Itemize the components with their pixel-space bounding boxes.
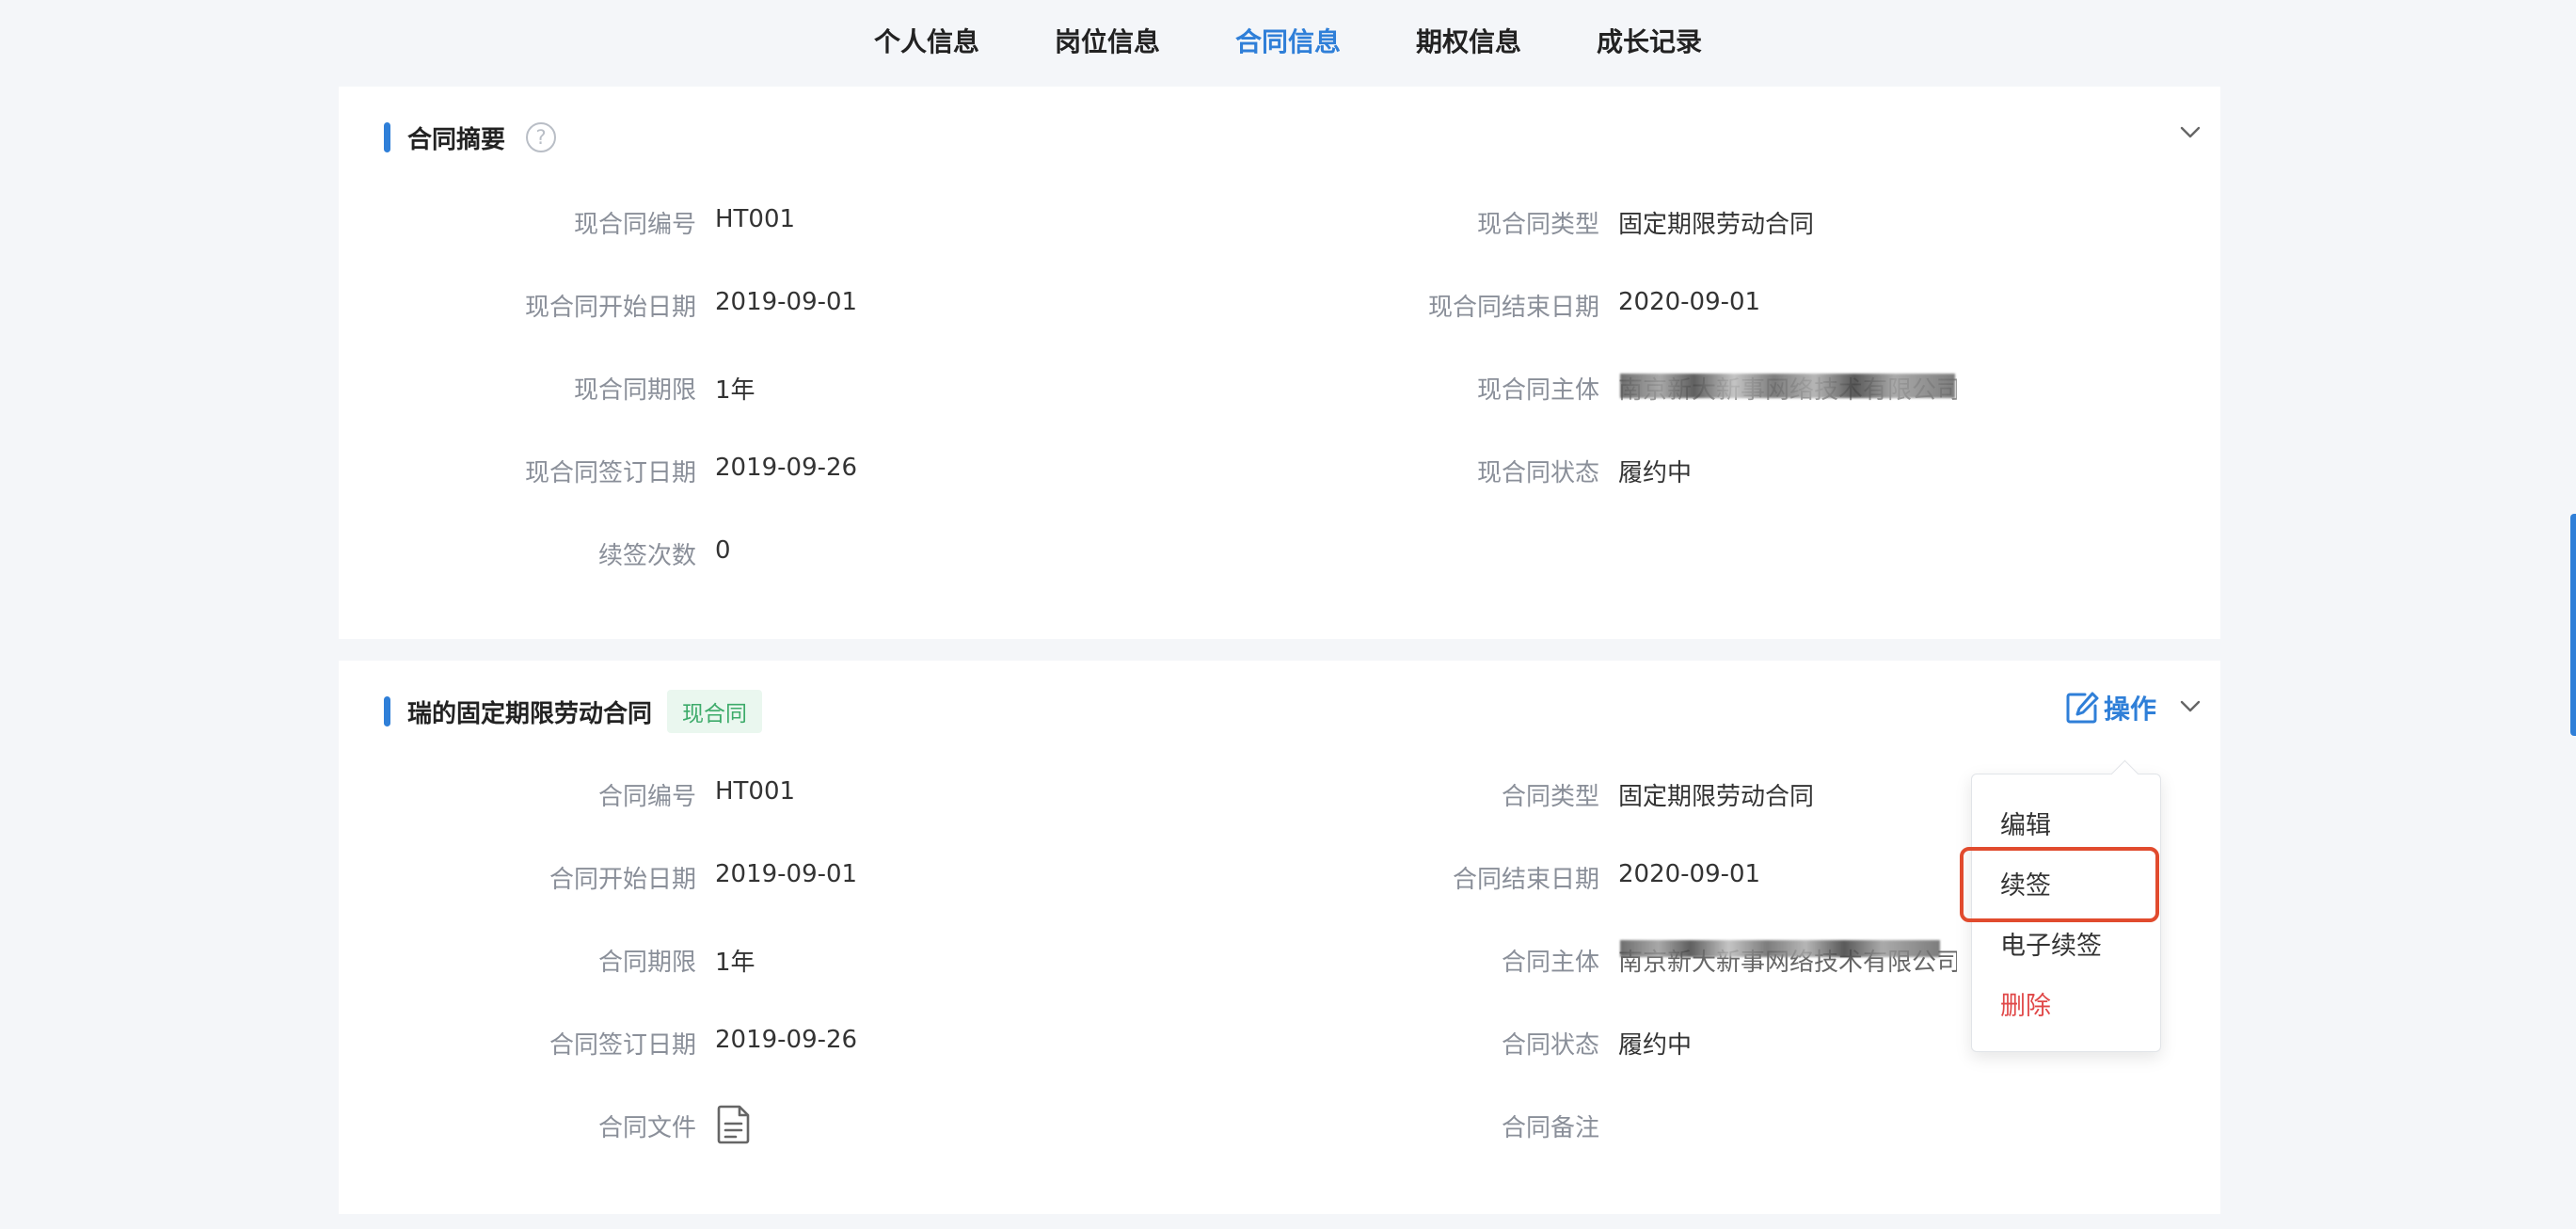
field-value: HT001: [715, 205, 796, 233]
document-icon[interactable]: [717, 1105, 751, 1144]
tab-growth-record[interactable]: 成长记录: [1597, 0, 1702, 85]
field-value: 1年: [715, 376, 755, 405]
highlight-box: [1960, 847, 2159, 922]
edit-icon: [2066, 692, 2099, 724]
field-value: 履约中: [1618, 459, 1693, 487]
field-value: 固定期限劳动合同: [1618, 211, 1815, 239]
field-value: 2020-09-01: [1618, 288, 1761, 316]
accent-bar: [384, 122, 390, 152]
card-header: 合同摘要 ?: [384, 115, 557, 160]
operations-label: 操作: [2103, 694, 2156, 725]
scrollbar-handle[interactable]: [2570, 514, 2576, 736]
field-label: 现合同期限: [573, 376, 696, 405]
tab-personal-info[interactable]: 个人信息: [874, 0, 979, 85]
field-label: 现合同结束日期: [1427, 294, 1599, 322]
field-label: 现合同主体: [1476, 376, 1599, 405]
field-label: 合同结束日期: [1452, 866, 1599, 894]
tab-option-info[interactable]: 期权信息: [1416, 0, 1521, 85]
tab-contract-info[interactable]: 合同信息: [1235, 0, 1341, 85]
field-label: 合同状态: [1501, 1031, 1599, 1060]
field-value: 固定期限劳动合同: [1618, 783, 1815, 811]
redaction-mask: [1620, 940, 1940, 957]
menu-item-edit[interactable]: 编辑: [2000, 805, 2051, 841]
field-label: 现合同状态: [1476, 459, 1599, 487]
operations-button[interactable]: 操作: [2064, 685, 2156, 730]
card-header: 瑞的固定期限劳动合同 现合同: [384, 689, 763, 734]
tab-position-info[interactable]: 岗位信息: [1055, 0, 1160, 85]
field-label: 现合同编号: [573, 211, 696, 239]
field-label: 续签次数: [597, 542, 696, 570]
field-value: 履约中: [1618, 1031, 1693, 1060]
menu-item-e-renew[interactable]: 电子续签: [2000, 925, 2102, 962]
help-icon[interactable]: ?: [526, 122, 557, 152]
field-label: 合同主体: [1501, 949, 1599, 977]
chevron-down-icon[interactable]: [2179, 694, 2202, 717]
field-value: 2019-09-01: [715, 288, 858, 316]
field-value: 2019-09-01: [715, 860, 858, 888]
field-value: 2020-09-01: [1618, 860, 1761, 888]
current-contract-tag: 现合同: [667, 690, 763, 733]
field-label: 合同开始日期: [549, 866, 696, 894]
field-label: 合同编号: [597, 783, 696, 811]
field-label: 现合同开始日期: [524, 294, 696, 322]
accent-bar: [384, 696, 390, 726]
card-title: 合同摘要: [407, 125, 506, 154]
tab-bar: 个人信息 岗位信息 合同信息 期权信息 成长记录: [0, 0, 2576, 85]
page: 个人信息 岗位信息 合同信息 期权信息 成长记录 合同摘要 ? 现合同编号 HT…: [0, 0, 2576, 1229]
contract-detail-card: 瑞的固定期限劳动合同 现合同 操作 合同编号 HT001 合同类型 固定期限劳动…: [339, 661, 2220, 1214]
collapse-chevron-icon[interactable]: [2179, 120, 2202, 143]
field-label: 合同类型: [1501, 783, 1599, 811]
redaction-mask: [1620, 374, 1955, 398]
field-label: 合同备注: [1501, 1114, 1599, 1142]
field-value: HT001: [715, 777, 796, 806]
field-label: 合同签订日期: [549, 1031, 696, 1060]
field-value: 0: [715, 536, 731, 565]
field-label: 现合同类型: [1476, 211, 1599, 239]
field-label: 合同期限: [597, 949, 696, 977]
contract-summary-card: 合同摘要 ? 现合同编号 HT001 现合同类型 固定期限劳动合同 现合同开始日…: [339, 87, 2220, 639]
card-title: 瑞的固定期限劳动合同: [407, 699, 653, 728]
field-value: 2019-09-26: [715, 454, 858, 482]
field-label: 现合同签订日期: [524, 459, 696, 487]
menu-item-delete[interactable]: 删除: [2000, 985, 2051, 1022]
field-value: 1年: [715, 949, 755, 977]
field-value: 2019-09-26: [715, 1026, 858, 1054]
field-label: 合同文件: [597, 1114, 696, 1142]
